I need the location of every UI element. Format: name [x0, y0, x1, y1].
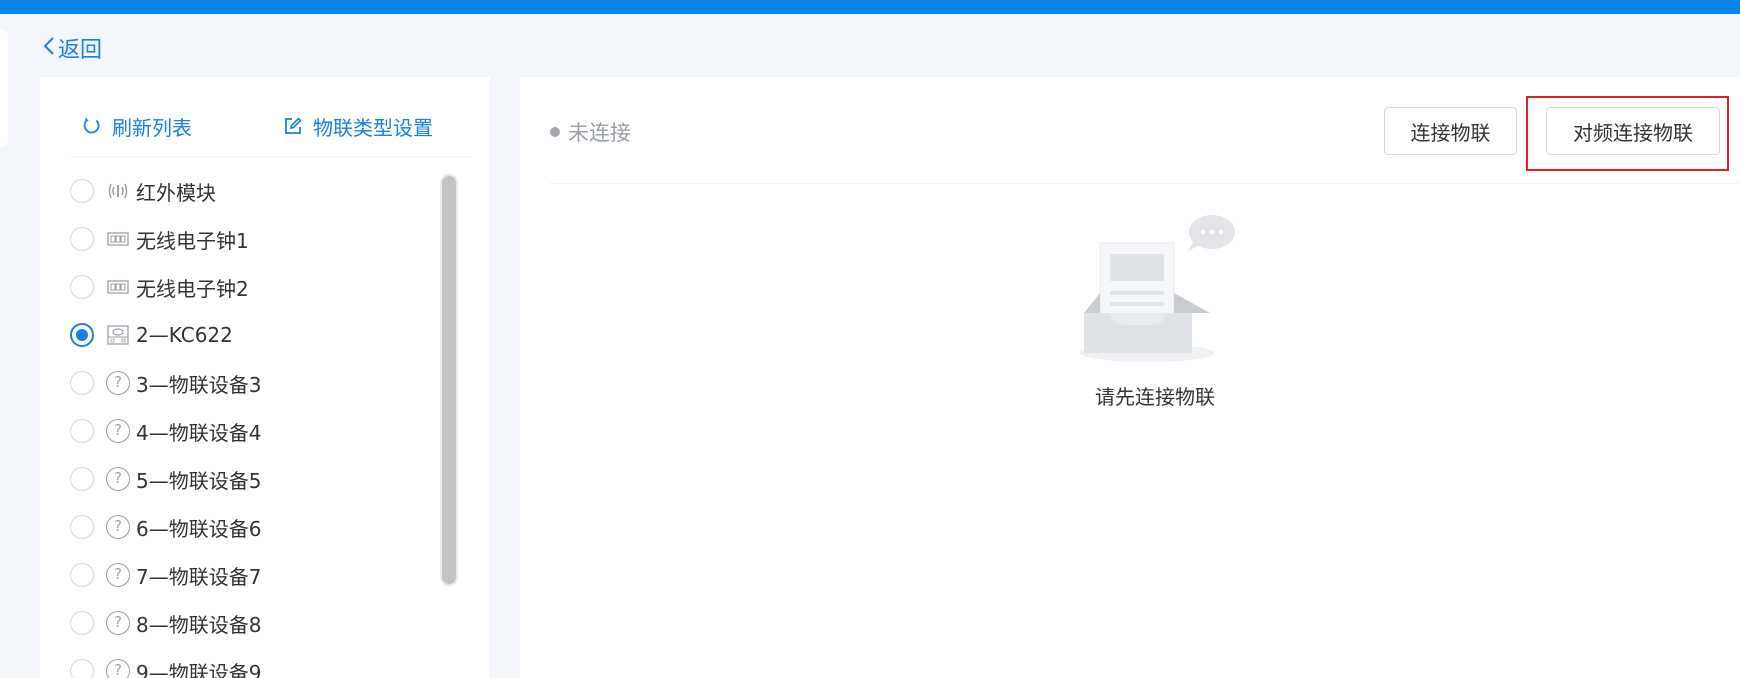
device-label: 7—物联设备7	[136, 564, 262, 589]
radio-button[interactable]	[70, 371, 94, 395]
infrared-icon	[106, 179, 130, 203]
device-list-panel: 刷新列表 物联类型设置 红外模块 无线电子钟1 无线电子钟2 2—KC622 ?…	[40, 77, 490, 678]
radio-button[interactable]	[70, 515, 94, 539]
list-item[interactable]: 红外模块	[70, 171, 440, 211]
list-item[interactable]: 无线电子钟1	[70, 219, 440, 259]
device-icon	[106, 323, 130, 347]
chevron-left-icon	[42, 36, 56, 61]
question-icon: ?	[106, 659, 130, 678]
iot-type-settings-button[interactable]: 物联类型设置	[283, 107, 433, 145]
pair-connect-iot-button[interactable]: 对频连接物联	[1546, 107, 1720, 155]
radio-button[interactable]	[70, 227, 94, 251]
iot-type-settings-label: 物联类型设置	[313, 115, 433, 140]
refresh-icon	[83, 117, 100, 134]
radio-button[interactable]	[70, 419, 94, 443]
radio-button[interactable]	[70, 611, 94, 635]
clock-icon	[106, 275, 130, 299]
divider	[550, 183, 1740, 184]
question-icon: ?	[106, 515, 130, 539]
back-link[interactable]: 返回	[42, 32, 102, 64]
back-label: 返回	[58, 38, 103, 63]
device-label: 4—物联设备4	[136, 420, 262, 445]
radio-button[interactable]	[70, 659, 94, 678]
connection-panel: 未连接 连接物联 对频连接物联 请先连接物联	[520, 77, 1740, 678]
edit-icon	[285, 117, 302, 134]
empty-inbox-icon	[1080, 215, 1235, 362]
device-label: 无线电子钟1	[136, 228, 249, 253]
list-item[interactable]: 2—KC622	[70, 315, 440, 355]
refresh-list-label: 刷新列表	[112, 115, 192, 140]
question-icon: ?	[106, 611, 130, 635]
device-label: 5—物联设备5	[136, 468, 262, 493]
refresh-list-button[interactable]: 刷新列表	[82, 107, 192, 145]
left-edge-panel	[0, 30, 8, 147]
device-label: 无线电子钟2	[136, 276, 249, 301]
list-item[interactable]: ? 3—物联设备3	[70, 363, 440, 403]
top-bar	[0, 0, 1740, 14]
list-item[interactable]: ? 8—物联设备8	[70, 603, 440, 643]
empty-state-message: 请先连接物联	[1095, 385, 1215, 409]
device-label: 6—物联设备6	[136, 516, 262, 541]
radio-button[interactable]	[70, 467, 94, 491]
list-item[interactable]: ? 5—物联设备5	[70, 459, 440, 499]
device-list-scrollbar[interactable]	[440, 174, 458, 586]
device-label: 2—KC622	[136, 323, 233, 347]
device-label: 8—物联设备8	[136, 612, 262, 637]
device-label: 红外模块	[136, 180, 216, 205]
radio-button[interactable]	[70, 179, 94, 203]
device-label: 9—物联设备9	[136, 660, 262, 678]
empty-state: 请先连接物联	[1070, 213, 1240, 409]
radio-button-checked[interactable]	[70, 323, 94, 347]
radio-button[interactable]	[70, 275, 94, 299]
status-text: 未连接	[568, 121, 631, 145]
connect-iot-button[interactable]: 连接物联	[1384, 107, 1517, 155]
list-item[interactable]: 无线电子钟2	[70, 267, 440, 307]
list-item[interactable]: ? 9—物联设备9	[70, 651, 440, 678]
list-item[interactable]: ? 4—物联设备4	[70, 411, 440, 451]
device-list-toolbar: 刷新列表 物联类型设置	[70, 107, 470, 157]
clock-icon	[106, 227, 130, 251]
radio-button[interactable]	[70, 563, 94, 587]
connection-status: 未连接	[550, 117, 631, 147]
question-icon: ?	[106, 371, 130, 395]
list-item[interactable]: ? 6—物联设备6	[70, 507, 440, 547]
list-item[interactable]: ? 7—物联设备7	[70, 555, 440, 595]
status-dot-icon	[550, 127, 560, 137]
question-icon: ?	[106, 419, 130, 443]
device-label: 3—物联设备3	[136, 372, 262, 397]
question-icon: ?	[106, 467, 130, 491]
question-icon: ?	[106, 563, 130, 587]
